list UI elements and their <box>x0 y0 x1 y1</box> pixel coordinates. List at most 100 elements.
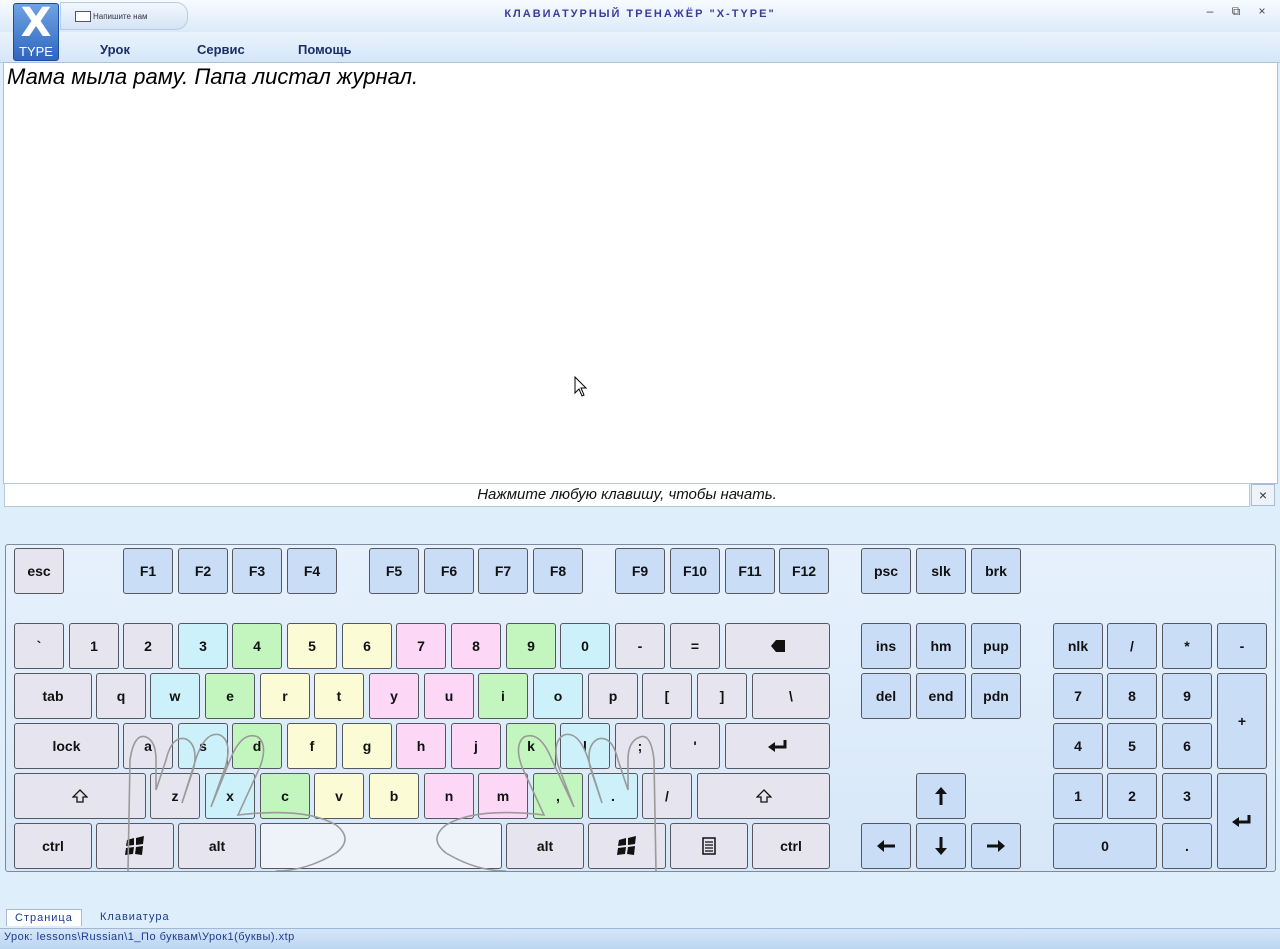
key-minus[interactable]: - <box>615 623 665 669</box>
key-p[interactable]: p <box>588 673 638 719</box>
key-f6[interactable]: F6 <box>424 548 474 594</box>
restore-button[interactable]: ⧉ <box>1226 4 1246 20</box>
key-num-7[interactable]: 7 <box>1053 673 1103 719</box>
key-comma[interactable]: , <box>533 773 583 819</box>
key-arrow-up[interactable] <box>916 773 966 819</box>
key-num-0[interactable]: 0 <box>1053 823 1157 869</box>
key-page-down[interactable]: pdn <box>971 673 1021 719</box>
key-x[interactable]: x <box>205 773 255 819</box>
menu-help[interactable]: Помощь <box>298 42 351 57</box>
key-f12[interactable]: F12 <box>779 548 829 594</box>
key-b[interactable]: b <box>369 773 419 819</box>
key-3[interactable]: 3 <box>178 623 228 669</box>
key-f9[interactable]: F9 <box>615 548 665 594</box>
key-6[interactable]: 6 <box>342 623 392 669</box>
key-f4[interactable]: F4 <box>287 548 337 594</box>
key-r[interactable]: r <box>260 673 310 719</box>
key-num-4[interactable]: 4 <box>1053 723 1103 769</box>
key-right-win[interactable] <box>588 823 666 869</box>
close-window-button[interactable]: × <box>1252 4 1272 20</box>
key-num-lock[interactable]: nlk <box>1053 623 1103 669</box>
key-7[interactable]: 7 <box>396 623 446 669</box>
key-f5[interactable]: F5 <box>369 548 419 594</box>
key-c[interactable]: c <box>260 773 310 819</box>
key-e[interactable]: e <box>205 673 255 719</box>
key-f[interactable]: f <box>287 723 337 769</box>
minimize-button[interactable]: – <box>1200 4 1220 20</box>
key-t[interactable]: t <box>314 673 364 719</box>
key-num-9[interactable]: 9 <box>1162 673 1212 719</box>
key-right-bracket[interactable]: ] <box>697 673 747 719</box>
key-f10[interactable]: F10 <box>670 548 720 594</box>
key-caps-lock[interactable]: lock <box>14 723 119 769</box>
key-z[interactable]: z <box>150 773 200 819</box>
key-end[interactable]: end <box>916 673 966 719</box>
key-right-alt[interactable]: alt <box>506 823 584 869</box>
key-f7[interactable]: F7 <box>478 548 528 594</box>
key-esc[interactable]: esc <box>14 548 64 594</box>
key-num-multiply[interactable]: * <box>1162 623 1212 669</box>
tab-page[interactable]: Страница <box>6 909 82 926</box>
key-backspace[interactable] <box>725 623 830 669</box>
key-8[interactable]: 8 <box>451 623 501 669</box>
key-5[interactable]: 5 <box>287 623 337 669</box>
key-i[interactable]: i <box>478 673 528 719</box>
menu-service[interactable]: Сервис <box>197 42 245 57</box>
key-q[interactable]: q <box>96 673 146 719</box>
key-o[interactable]: o <box>533 673 583 719</box>
key-right-ctrl[interactable]: ctrl <box>752 823 830 869</box>
key-slk[interactable]: slk <box>916 548 966 594</box>
key-left-shift[interactable] <box>14 773 146 819</box>
key-k[interactable]: k <box>506 723 556 769</box>
app-logo-button[interactable]: X TYPE <box>13 0 59 61</box>
key-left-ctrl[interactable]: ctrl <box>14 823 92 869</box>
key-quote[interactable]: ' <box>670 723 720 769</box>
key-s[interactable]: s <box>178 723 228 769</box>
key-ins[interactable]: ins <box>861 623 911 669</box>
key-slash[interactable]: / <box>642 773 692 819</box>
key-home[interactable]: hm <box>916 623 966 669</box>
tab-keyboard[interactable]: Клавиатура <box>92 909 178 925</box>
key-arrow-right[interactable] <box>971 823 1021 869</box>
key-arrow-left[interactable] <box>861 823 911 869</box>
key-tab[interactable]: tab <box>14 673 92 719</box>
key-num-6[interactable]: 6 <box>1162 723 1212 769</box>
key-g[interactable]: g <box>342 723 392 769</box>
key-f8[interactable]: F8 <box>533 548 583 594</box>
key-f1[interactable]: F1 <box>123 548 173 594</box>
key-right-shift[interactable] <box>697 773 830 819</box>
key-4[interactable]: 4 <box>232 623 282 669</box>
key-num-minus[interactable]: - <box>1217 623 1267 669</box>
key-equals[interactable]: = <box>670 623 720 669</box>
key-l[interactable]: l <box>560 723 610 769</box>
key-u[interactable]: u <box>424 673 474 719</box>
key-y[interactable]: y <box>369 673 419 719</box>
key-backslash[interactable]: \ <box>752 673 830 719</box>
key-left-alt[interactable]: alt <box>178 823 256 869</box>
key-left-win[interactable] <box>96 823 174 869</box>
key-space[interactable] <box>260 823 502 869</box>
lesson-text-area[interactable]: Мама мыла раму. Папа листал журнал. <box>3 62 1278 484</box>
key-num-2[interactable]: 2 <box>1107 773 1157 819</box>
key-v[interactable]: v <box>314 773 364 819</box>
key-n[interactable]: n <box>424 773 474 819</box>
key-period[interactable]: . <box>588 773 638 819</box>
key-brk[interactable]: brk <box>971 548 1021 594</box>
key-num-5[interactable]: 5 <box>1107 723 1157 769</box>
key-2[interactable]: 2 <box>123 623 173 669</box>
key-a[interactable]: a <box>123 723 173 769</box>
menu-lesson[interactable]: Урок <box>100 42 130 57</box>
key-h[interactable]: h <box>396 723 446 769</box>
key-num-decimal[interactable]: . <box>1162 823 1212 869</box>
key-left-bracket[interactable]: [ <box>642 673 692 719</box>
key-num-divide[interactable]: / <box>1107 623 1157 669</box>
key-9[interactable]: 9 <box>506 623 556 669</box>
key-num-8[interactable]: 8 <box>1107 673 1157 719</box>
key-num-plus[interactable]: + <box>1217 673 1267 769</box>
key-m[interactable]: m <box>478 773 528 819</box>
key-semicolon[interactable]: ; <box>615 723 665 769</box>
key-arrow-down[interactable] <box>916 823 966 869</box>
key-0[interactable]: 0 <box>560 623 610 669</box>
key-num-1[interactable]: 1 <box>1053 773 1103 819</box>
key-j[interactable]: j <box>451 723 501 769</box>
